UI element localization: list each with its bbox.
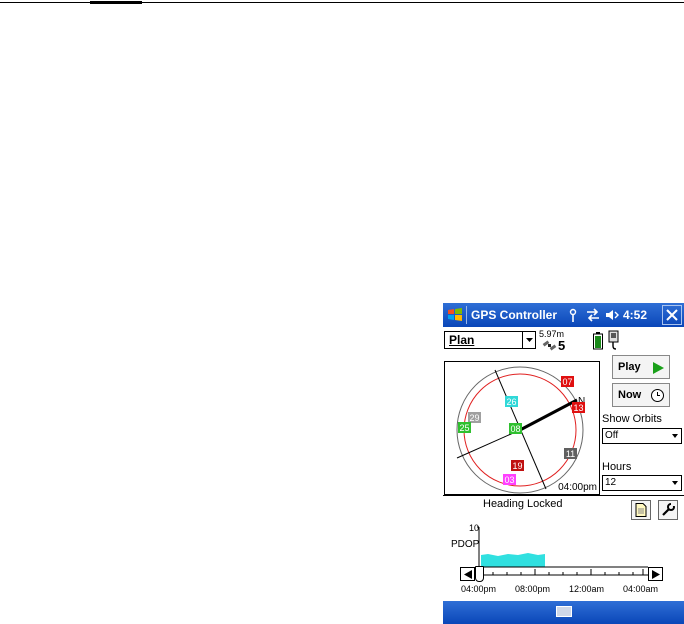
windows-logo-icon[interactable]: [446, 306, 464, 324]
pdop-timeline[interactable]: 10 PDOP 04:00pm 08:00pm 12:00am 04:00am: [443, 521, 684, 603]
title-separator: [466, 306, 467, 324]
clock-icon: [651, 389, 664, 402]
mode-select[interactable]: Plan: [444, 331, 536, 349]
satellite-marker[interactable]: 03: [503, 474, 516, 485]
scroll-right-button[interactable]: [648, 567, 663, 581]
heading-status: Heading Locked: [483, 498, 563, 510]
satellite-marker[interactable]: 26: [505, 396, 518, 407]
play-button[interactable]: Play: [612, 355, 670, 379]
chevron-down-icon: [672, 434, 678, 438]
sky-plot-canvas: N 0726132925 08111903: [456, 366, 585, 494]
show-orbits-value: Off: [605, 430, 619, 441]
hours-label: Hours: [602, 461, 632, 473]
orbit-axis-line: [456, 429, 521, 459]
section-divider: [443, 495, 684, 496]
scroll-left-button[interactable]: [460, 567, 475, 581]
satellite-id: 08: [510, 424, 520, 434]
satellite-id: 13: [573, 403, 583, 413]
hours-select[interactable]: 12: [602, 475, 682, 491]
app-title: GPS Controller: [471, 308, 558, 322]
satellite-count: 5: [558, 338, 566, 353]
satellite-marker[interactable]: 19: [511, 460, 524, 471]
chevron-down-icon: [672, 481, 678, 485]
bottom-menu-bar: [443, 601, 684, 624]
satellite-id: 25: [459, 423, 469, 433]
show-orbits-label: Show Orbits: [602, 413, 662, 425]
satellite-marker[interactable]: 25: [458, 422, 471, 433]
pocketpc-screen: GPS Controller 4:52 Plan 5.97m 5 N 07 26…: [443, 303, 684, 624]
satellite-id: 26: [506, 397, 516, 407]
satellite-marker[interactable]: 29: [468, 412, 481, 423]
x-tick-label: 12:00am: [569, 584, 605, 594]
satellite-icon: [542, 340, 557, 351]
title-bar: GPS Controller 4:52: [443, 303, 684, 327]
play-button-label: Play: [618, 361, 641, 373]
sync-arrows-icon[interactable]: [585, 307, 601, 323]
x-tick-label: 04:00am: [623, 584, 659, 594]
x-tick-label: 04:00pm: [461, 584, 497, 594]
now-button[interactable]: Now: [612, 383, 670, 407]
satellite-marker[interactable]: 08: [509, 423, 522, 434]
pdop-data-area: [481, 553, 545, 567]
wrench-icon: [662, 503, 675, 516]
satellite-id: 03: [504, 475, 514, 485]
close-icon: [666, 309, 678, 321]
satellite-marker[interactable]: 11: [564, 448, 577, 459]
battery-icon: [593, 332, 603, 350]
clock[interactable]: 4:52: [623, 308, 647, 322]
antenna-icon[interactable]: [565, 307, 581, 323]
show-orbits-select[interactable]: Off: [602, 428, 682, 444]
heading-indicator: [519, 398, 578, 432]
timeline-slider-handle[interactable]: [475, 566, 484, 582]
satellite-marker[interactable]: 07: [561, 376, 574, 387]
satellite-id: 19: [512, 461, 522, 471]
satellite-id: 07: [562, 377, 572, 387]
play-icon: [653, 362, 664, 374]
document-icon: [635, 503, 647, 517]
sky-plot[interactable]: N 07 26 13 29 25 08 11 19 03 04:00pm: [444, 361, 600, 495]
volume-icon[interactable]: [604, 307, 620, 323]
gps-receiver-icon: [608, 330, 619, 350]
x-tick-label: 08:00pm: [515, 584, 551, 594]
mode-select-value: Plan: [449, 333, 475, 347]
document-button[interactable]: [631, 500, 651, 520]
arrow-right-icon: [651, 569, 660, 579]
keyboard-icon[interactable]: [556, 606, 572, 617]
hours-value: 12: [605, 477, 617, 488]
sky-plot-time: 04:00pm: [558, 482, 597, 493]
arrow-left-icon: [463, 569, 472, 579]
settings-button[interactable]: [658, 500, 678, 520]
chevron-down-icon: [522, 332, 535, 348]
top-rule: [0, 0, 684, 4]
satellite-id: 29: [469, 413, 479, 423]
now-button-label: Now: [618, 389, 642, 401]
close-button[interactable]: [662, 305, 682, 325]
satellite-id: 11: [566, 449, 575, 459]
satellite-marker[interactable]: 13: [572, 402, 585, 413]
